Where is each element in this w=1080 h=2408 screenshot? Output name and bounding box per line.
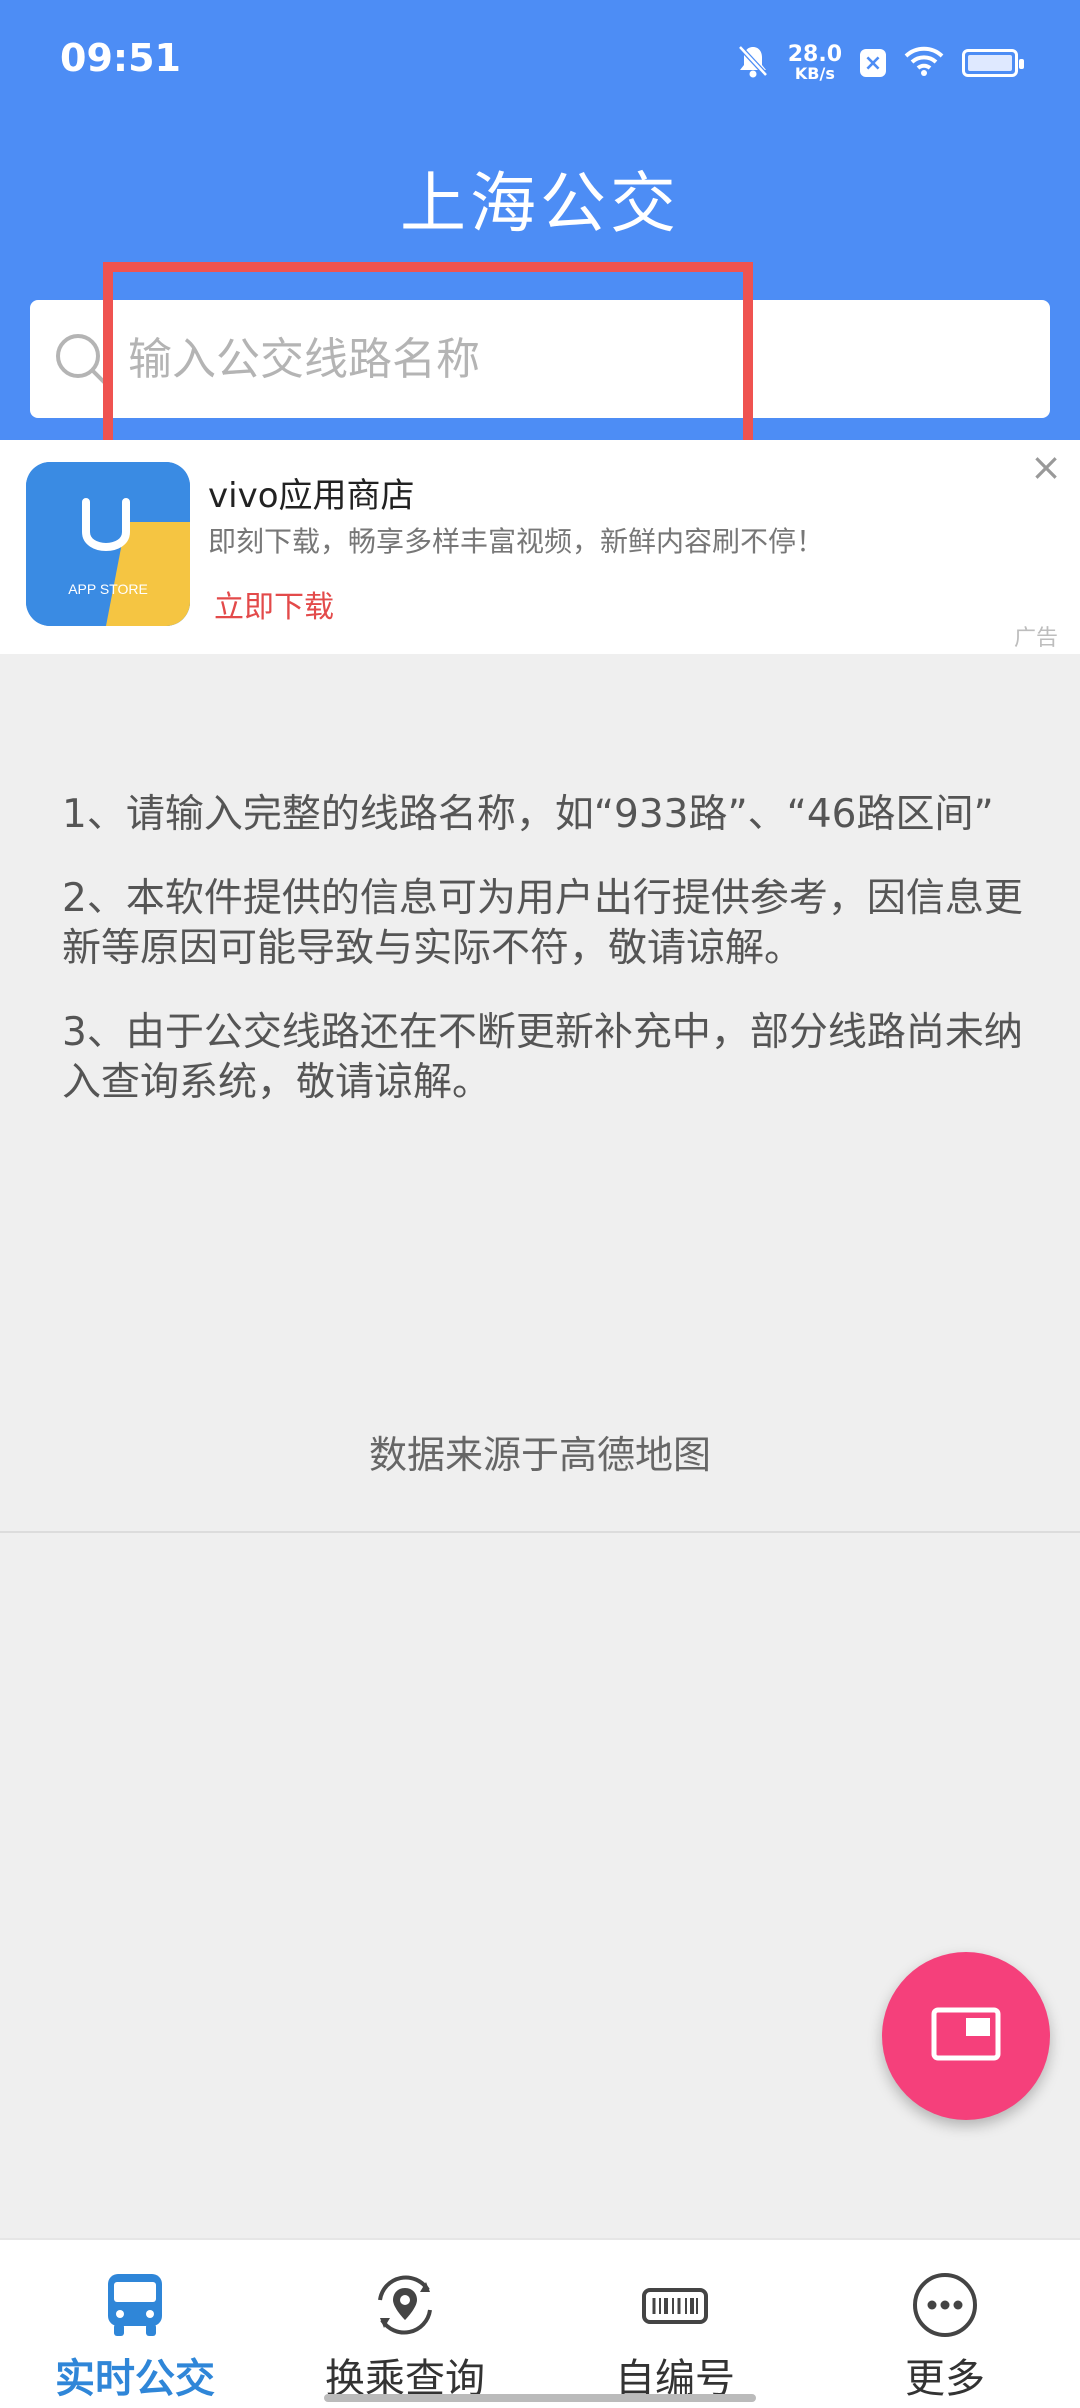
header: 09:51 28.0 KB/s × 上海公交 输入公交线路名称 bbox=[0, 0, 1080, 440]
speed-value: 28.0 bbox=[787, 42, 842, 67]
nav-item-more[interactable]: 更多 bbox=[810, 2240, 1080, 2408]
mute-bell-icon bbox=[736, 43, 770, 83]
app-store-logo: APP STORE bbox=[26, 462, 190, 626]
floating-action-button[interactable] bbox=[882, 1952, 1050, 2120]
nav-item-transfer[interactable]: 换乘查询 bbox=[270, 2240, 540, 2408]
ad-banner[interactable]: APP STORE vivo应用商店 即刻下载，畅享多样丰富视频，新鲜内容刷不停… bbox=[0, 440, 1080, 654]
home-indicator[interactable] bbox=[324, 2394, 756, 2402]
divider bbox=[0, 1531, 1080, 1533]
bus-icon bbox=[100, 2270, 170, 2340]
close-icon[interactable]: × bbox=[1030, 448, 1062, 486]
note-item: 2、本软件提供的信息可为用户出行提供参考，因信息更新等原因可能导致与实际不符，敬… bbox=[62, 876, 1023, 971]
picture-in-picture-icon bbox=[930, 2004, 1002, 2068]
page-title: 上海公交 bbox=[400, 165, 680, 242]
ad-label: 广告 bbox=[1013, 626, 1058, 651]
ad-title: vivo应用商店 bbox=[208, 476, 415, 516]
bottom-nav: 实时公交 换乘查询 自编号 更多 bbox=[0, 2238, 1080, 2408]
battery-icon bbox=[962, 49, 1024, 77]
wifi-icon bbox=[904, 45, 944, 81]
nav-item-realtime-bus[interactable]: 实时公交 bbox=[0, 2240, 270, 2408]
nav-item-self-number[interactable]: 自编号 bbox=[540, 2240, 810, 2408]
status-time: 09:51 bbox=[60, 36, 181, 80]
search-input[interactable] bbox=[126, 332, 990, 386]
speed-unit: KB/s bbox=[794, 64, 835, 83]
note-item: 3、由于公交线路还在不断更新补充中，部分线路尚未纳入查询系统，敬请谅解。 bbox=[62, 1010, 1023, 1105]
ad-download-link[interactable]: 立即下载 bbox=[214, 582, 334, 626]
usage-notes: 1、请输入完整的线路名称，如“933路”、“46路区间” 2、本软件提供的信息可… bbox=[62, 790, 1032, 1142]
data-source-text: 数据来源于高德地图 bbox=[368, 1433, 711, 1477]
search-icon bbox=[48, 324, 118, 394]
search-box[interactable] bbox=[30, 300, 1050, 418]
x-badge-icon: × bbox=[860, 49, 886, 77]
ad-description: 即刻下载，畅享多样丰富视频，新鲜内容刷不停！ bbox=[208, 525, 825, 558]
transfer-location-icon bbox=[370, 2270, 440, 2340]
network-speed: 28.0 KB/s bbox=[788, 44, 842, 82]
nav-label: 实时公交 bbox=[55, 2356, 215, 2402]
svg-text:APP STORE: APP STORE bbox=[68, 581, 148, 597]
note-item: 1、请输入完整的线路名称，如“933路”、“46路区间” bbox=[62, 792, 994, 837]
nav-label: 更多 bbox=[905, 2356, 985, 2402]
more-icon bbox=[910, 2270, 980, 2340]
screen: 09:51 28.0 KB/s × 上海公交 输入公交线路名称 APP STOR… bbox=[0, 0, 1080, 2408]
status-icons: 28.0 KB/s × bbox=[736, 38, 1024, 88]
barcode-icon bbox=[640, 2270, 710, 2340]
